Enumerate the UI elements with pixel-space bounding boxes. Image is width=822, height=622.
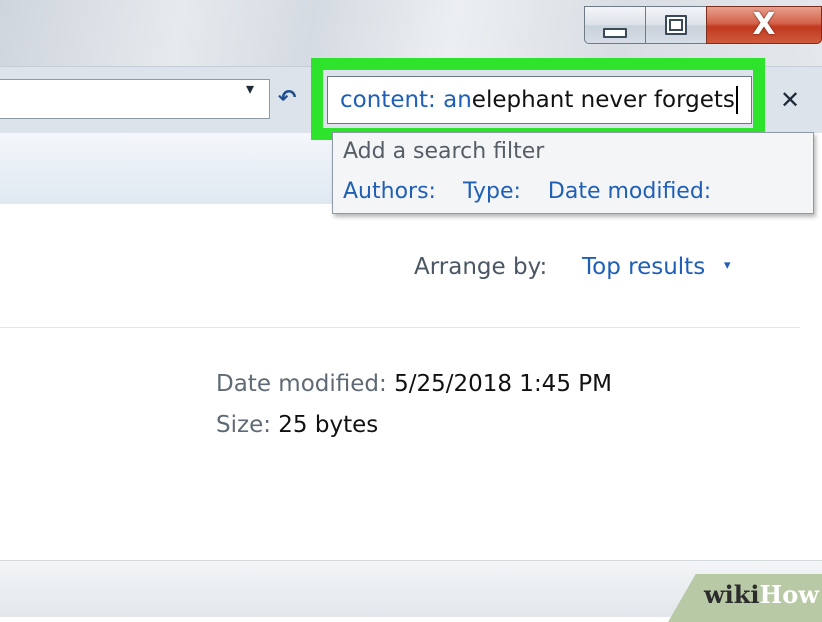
filter-date-modified[interactable]: Date modified: — [548, 179, 711, 204]
text-caret — [735, 86, 738, 114]
size-value: 25 bytes — [278, 412, 379, 438]
arrange-by-dropdown[interactable]: Top results — [582, 254, 705, 280]
search-filter-list: Authors: Type: Date modified: — [343, 179, 731, 204]
watermark-logo: wikiHow — [704, 580, 819, 609]
result-size: Size: 25 bytes — [216, 412, 378, 438]
search-query-keyword: content: an — [340, 87, 472, 113]
address-dropdown-icon[interactable]: ▾ — [246, 79, 254, 98]
search-query-value: elephant never forgets — [471, 87, 735, 113]
minimize-icon — [603, 28, 627, 38]
close-button[interactable]: X — [706, 6, 822, 44]
search-filter-dropdown: Add a search filter Authors: Type: Date … — [332, 132, 814, 214]
filter-authors[interactable]: Authors: — [343, 179, 436, 204]
arrange-by-label: Arrange by: — [414, 254, 548, 280]
close-icon: X — [752, 7, 776, 42]
filter-type[interactable]: Type: — [463, 179, 521, 204]
arrange-by-caret-icon[interactable]: ▾ — [724, 258, 731, 273]
date-modified-label: Date modified: — [216, 371, 387, 397]
maximize-button[interactable] — [645, 6, 707, 44]
clear-search-icon[interactable]: ✕ — [780, 86, 800, 114]
date-modified-value: 5/25/2018 1:45 PM — [394, 371, 612, 397]
maximize-icon — [665, 15, 687, 35]
result-date-modified: Date modified: 5/25/2018 1:45 PM — [216, 371, 612, 397]
address-bar[interactable] — [0, 79, 270, 119]
size-label: Size: — [216, 412, 271, 438]
search-input[interactable]: content: an elephant never forgets — [327, 76, 752, 124]
search-filter-title: Add a search filter — [343, 139, 545, 164]
minimize-button[interactable] — [584, 6, 646, 44]
navigation-pane-header — [0, 133, 333, 205]
divider — [0, 327, 800, 328]
refresh-icon[interactable]: ↶ — [278, 86, 296, 111]
